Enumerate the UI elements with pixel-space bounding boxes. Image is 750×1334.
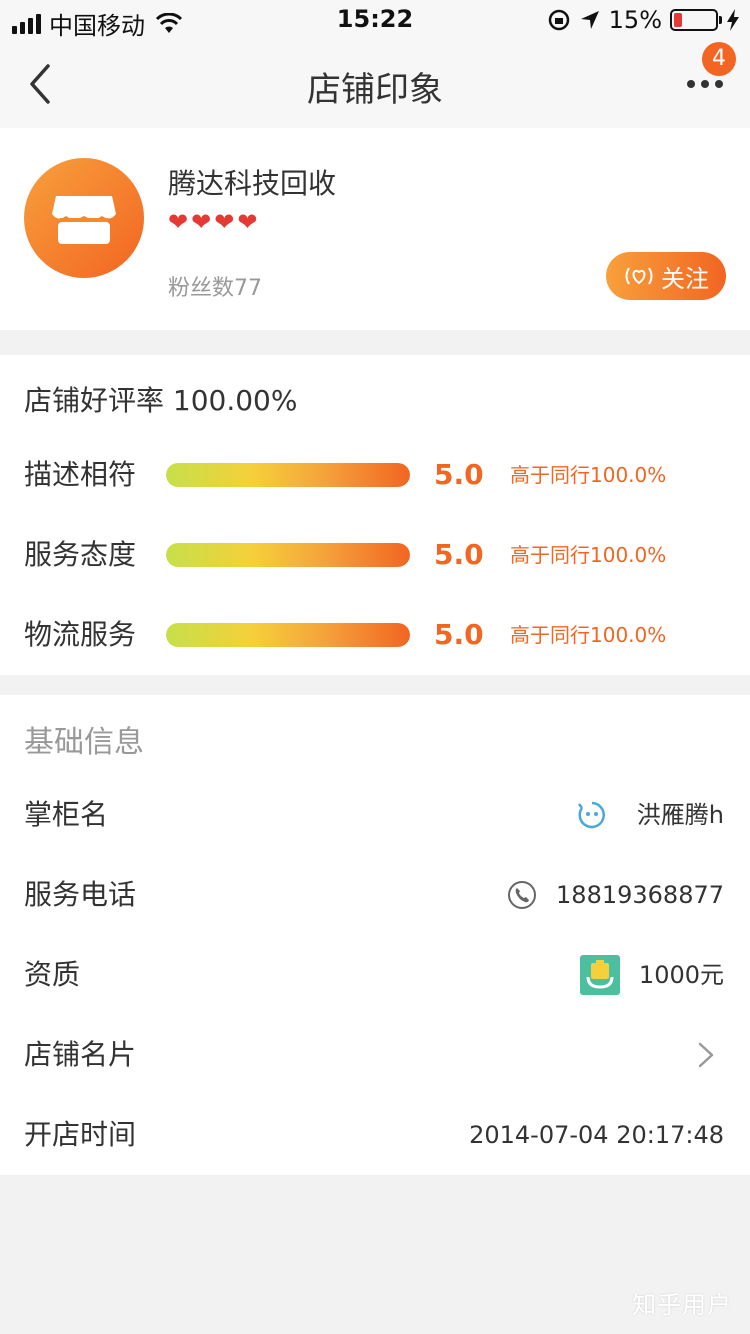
deposit-icon xyxy=(580,955,620,995)
rating-label: 物流服务 xyxy=(24,618,137,651)
smiley-icon xyxy=(578,801,605,829)
store-icon xyxy=(52,196,116,244)
fans-count: 粉丝数77 xyxy=(168,276,262,301)
follow-label: 关注 xyxy=(661,264,709,293)
status-bar: 中国移动 15:22 15% xyxy=(0,0,750,40)
heart-wave-icon xyxy=(625,267,653,285)
info-label: 店铺名片 xyxy=(24,1038,137,1071)
phone-icon xyxy=(508,881,536,909)
shop-card: 腾达科技回收 ❤ ❤ ❤ ❤ 粉丝数77 关注 xyxy=(0,128,750,330)
battery-percent: 15% xyxy=(608,6,662,34)
service-phone: 18819368877 xyxy=(556,881,724,909)
status-right: 15% xyxy=(547,6,740,34)
rating-bar xyxy=(166,463,410,487)
rating-row: 物流服务 5.0 高于同行100.0% xyxy=(0,615,750,655)
owner-name: 洪雁腾h xyxy=(636,801,724,829)
chevron-right-icon xyxy=(698,1042,714,1068)
battery-icon xyxy=(670,9,722,31)
page-title: 店铺印象 xyxy=(307,70,443,110)
rating-card: 店铺好评率 100.00% 描述相符 5.0 高于同行100.0% 服务态度 5… xyxy=(0,355,750,675)
shop-logo xyxy=(24,158,144,278)
rating-row: 服务态度 5.0 高于同行100.0% xyxy=(0,535,750,575)
info-row-phone[interactable]: 服务电话 18819368877 xyxy=(0,865,750,925)
rating-compare: 高于同行100.0% xyxy=(510,543,667,567)
rotation-lock-icon xyxy=(548,9,569,31)
info-label: 掌柜名 xyxy=(24,798,109,831)
shop-name: 腾达科技回收 xyxy=(168,167,337,200)
open-time-value: 2014-07-04 20:17:48 xyxy=(469,1121,724,1149)
info-row-shop-card[interactable]: 店铺名片 xyxy=(0,1025,750,1085)
rating-score: 5.0 xyxy=(434,618,484,651)
rating-compare: 高于同行100.0% xyxy=(510,463,667,487)
watermark: 知乎用户 xyxy=(632,1291,732,1319)
info-label: 资质 xyxy=(24,958,81,991)
heart-icon: ❤ xyxy=(237,208,258,236)
rating-title: 店铺好评率 100.00% xyxy=(24,384,298,417)
nav-bar: 店铺印象 4 xyxy=(0,40,750,128)
basic-info-card: 基础信息 掌柜名 洪雁腾h 服务电话 18819368877 资质 1000元 … xyxy=(0,695,750,1175)
heart-icon: ❤ xyxy=(168,208,189,236)
rating-bar xyxy=(166,623,410,647)
info-label: 开店时间 xyxy=(24,1118,137,1151)
follow-button[interactable]: 关注 xyxy=(606,252,726,300)
rating-label: 服务态度 xyxy=(24,538,137,571)
info-label: 服务电话 xyxy=(24,878,137,911)
section-title: 基础信息 xyxy=(24,725,144,760)
rating-score: 5.0 xyxy=(434,538,484,571)
qualification-value: 1000元 xyxy=(638,961,724,989)
info-row-open-time: 开店时间 2014-07-04 20:17:48 xyxy=(0,1105,750,1165)
heart-icon: ❤ xyxy=(191,208,212,236)
rating-score: 5.0 xyxy=(434,458,484,491)
rating-label: 描述相符 xyxy=(24,458,137,491)
heart-rating: ❤ ❤ ❤ ❤ xyxy=(168,208,257,236)
info-row-owner: 掌柜名 洪雁腾h xyxy=(0,785,750,845)
notification-badge: 4 xyxy=(702,42,736,76)
location-icon xyxy=(580,11,599,29)
info-row-qualification: 资质 1000元 xyxy=(0,945,750,1005)
rating-compare: 高于同行100.0% xyxy=(510,623,667,647)
rating-bar xyxy=(166,543,410,567)
charging-icon xyxy=(727,9,739,31)
rating-row: 描述相符 5.0 高于同行100.0% xyxy=(0,455,750,495)
heart-icon: ❤ xyxy=(214,208,235,236)
